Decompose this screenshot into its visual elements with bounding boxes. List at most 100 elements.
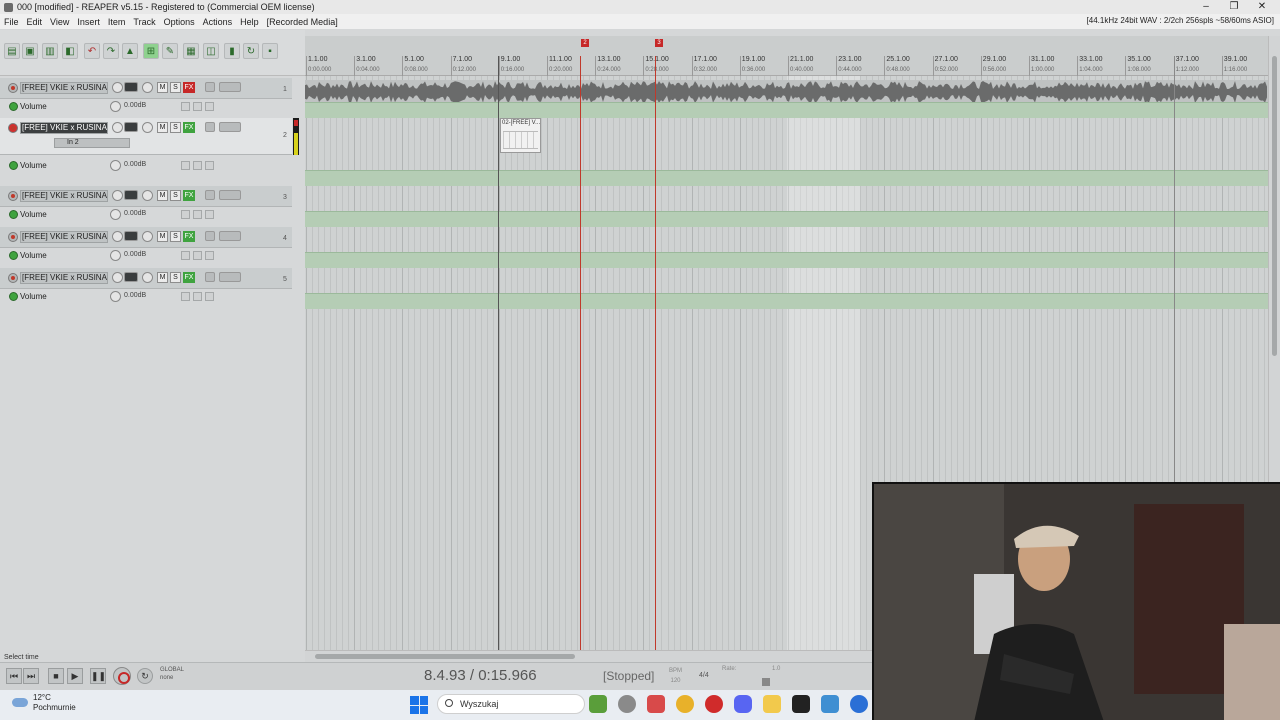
notepad-icon[interactable] <box>821 695 839 713</box>
volume-knob[interactable] <box>112 122 123 133</box>
track-name[interactable]: [FREE] VKIE x RUSINA x V <box>20 190 108 202</box>
track-name[interactable]: [FREE] VKIE x RUSINA x V <box>20 82 108 94</box>
grid-icon[interactable]: ▦ <box>183 43 199 59</box>
envelope-arm-icon[interactable] <box>205 161 214 170</box>
chrome-icon[interactable] <box>676 695 694 713</box>
track-name[interactable]: [FREE] VKIE x RUSINA x V <box>20 231 108 243</box>
volume-knob[interactable] <box>112 82 123 93</box>
io-icon[interactable] <box>124 82 138 92</box>
envelope-arm-icon[interactable] <box>205 251 214 260</box>
tempo-display[interactable]: BPM 120 <box>669 666 682 686</box>
metronome-icon[interactable]: ▲ <box>122 43 138 59</box>
envelope-hide-icon[interactable] <box>193 251 202 260</box>
menu-track[interactable]: Track <box>129 17 159 27</box>
track-3-volume-envelope[interactable] <box>305 211 1268 227</box>
fx-button[interactable]: FX <box>183 82 195 93</box>
fx-button[interactable]: FX <box>183 190 195 201</box>
record-arm-icon[interactable] <box>8 232 18 242</box>
envelope-hide-icon[interactable] <box>193 292 202 301</box>
new-project-icon[interactable]: ▤ <box>4 43 20 59</box>
track-5-volume-envelope[interactable] <box>305 293 1268 309</box>
stop-button[interactable]: ■ <box>48 668 64 684</box>
phase-icon[interactable] <box>205 122 215 132</box>
pause-button[interactable]: ❚❚ <box>90 668 106 684</box>
fx-button[interactable]: FX <box>183 122 195 133</box>
record-arm-icon[interactable] <box>8 191 18 201</box>
io-icon[interactable] <box>124 190 138 200</box>
ripple-edit-icon[interactable]: ✎ <box>162 43 178 59</box>
envelope-icon[interactable]: ◫ <box>203 43 219 59</box>
pan-knob[interactable] <box>142 231 153 242</box>
timeline-ruler[interactable]: 2 3 1.1.00 0:00.000 3.1.00 0:04.000 5.1.00 0:… <box>305 36 1268 76</box>
rate-slider[interactable] <box>762 678 770 686</box>
envelope-active-icon[interactable] <box>9 161 18 170</box>
app-icon-obs[interactable] <box>618 695 636 713</box>
snap-icon[interactable]: ⊞ <box>143 43 159 59</box>
menu-actions[interactable]: Actions <box>199 17 237 27</box>
envelope-arm-icon[interactable] <box>205 292 214 301</box>
app-icon-extra[interactable] <box>850 695 868 713</box>
envelope-hide-icon[interactable] <box>193 102 202 111</box>
envelope-bypass-icon[interactable] <box>181 161 190 170</box>
solo-button[interactable]: S <box>170 272 181 283</box>
envelope-bypass-icon[interactable] <box>181 210 190 219</box>
app-icon-reaper[interactable] <box>589 695 607 713</box>
play-button[interactable]: ▶ <box>67 668 83 684</box>
envelope-arm-icon[interactable] <box>205 210 214 219</box>
io-icon[interactable] <box>124 122 138 132</box>
open-project-icon[interactable]: ▣ <box>22 43 38 59</box>
solo-button[interactable]: S <box>170 231 181 242</box>
fx-button[interactable]: FX <box>183 272 195 283</box>
pan-knob[interactable] <box>142 272 153 283</box>
env-button[interactable] <box>219 190 241 200</box>
lock-icon[interactable]: ▪ <box>262 43 278 59</box>
menu-item[interactable]: Item <box>104 17 130 27</box>
envelope-knob[interactable] <box>110 250 121 261</box>
media-item[interactable]: 02-[FREE] V... <box>500 118 541 153</box>
track-4[interactable]: [FREE] VKIE x RUSINA x V M S FX 4 <box>0 227 292 248</box>
menu-options[interactable]: Options <box>160 17 199 27</box>
envelope-knob[interactable] <box>110 209 121 220</box>
envelope-bypass-icon[interactable] <box>181 251 190 260</box>
mute-button[interactable]: M <box>157 231 168 242</box>
pan-knob[interactable] <box>142 190 153 201</box>
envelope-active-icon[interactable] <box>9 251 18 260</box>
time-signature[interactable]: 4/4 <box>699 672 709 679</box>
envelope-knob[interactable] <box>110 101 121 112</box>
undo-icon[interactable]: ↶ <box>84 43 100 59</box>
env-button[interactable] <box>219 231 241 241</box>
global-automation[interactable]: GLOBAL none <box>160 666 184 682</box>
track-5[interactable]: [FREE] VKIE x RUSINA x V M S FX 5 <box>0 268 292 289</box>
envelope-bypass-icon[interactable] <box>181 292 190 301</box>
phase-icon[interactable] <box>205 231 215 241</box>
solo-button[interactable]: S <box>170 190 181 201</box>
phase-icon[interactable] <box>205 272 215 282</box>
mute-button[interactable]: M <box>157 190 168 201</box>
track-name[interactable]: [FREE] VKIE x RUSINA x V <box>20 122 108 134</box>
envelope-active-icon[interactable] <box>9 102 18 111</box>
windows-start-icon[interactable] <box>410 696 428 714</box>
env-button[interactable] <box>219 122 241 132</box>
input-select[interactable]: In 2 <box>54 138 130 148</box>
envelope-active-icon[interactable] <box>9 210 18 219</box>
menu-insert[interactable]: Insert <box>73 17 104 27</box>
volume-knob[interactable] <box>112 231 123 242</box>
loop-icon[interactable]: ↻ <box>243 43 259 59</box>
io-icon[interactable] <box>124 272 138 282</box>
record-arm-icon[interactable] <box>8 83 18 93</box>
menu-help[interactable]: Help <box>236 17 263 27</box>
track-3[interactable]: [FREE] VKIE x RUSINA x V M S FX 3 <box>0 186 292 207</box>
track-name[interactable]: [FREE] VKIE x RUSINA x V <box>20 272 108 284</box>
marker-2[interactable]: 2 <box>581 39 589 47</box>
io-icon[interactable] <box>124 231 138 241</box>
pan-knob[interactable] <box>142 82 153 93</box>
env-button[interactable] <box>219 272 241 282</box>
track-2-volume-envelope[interactable] <box>305 170 1268 186</box>
pan-knob[interactable] <box>142 122 153 133</box>
time-display[interactable]: 8.4.93 / 0:15.966 <box>424 667 537 684</box>
go-to-end-button[interactable]: ⏭ <box>23 668 39 684</box>
taskbar-search[interactable]: Wyszukaj <box>437 694 585 714</box>
envelope-knob[interactable] <box>110 160 121 171</box>
record-arm-icon[interactable] <box>8 273 18 283</box>
envelope-hide-icon[interactable] <box>193 210 202 219</box>
